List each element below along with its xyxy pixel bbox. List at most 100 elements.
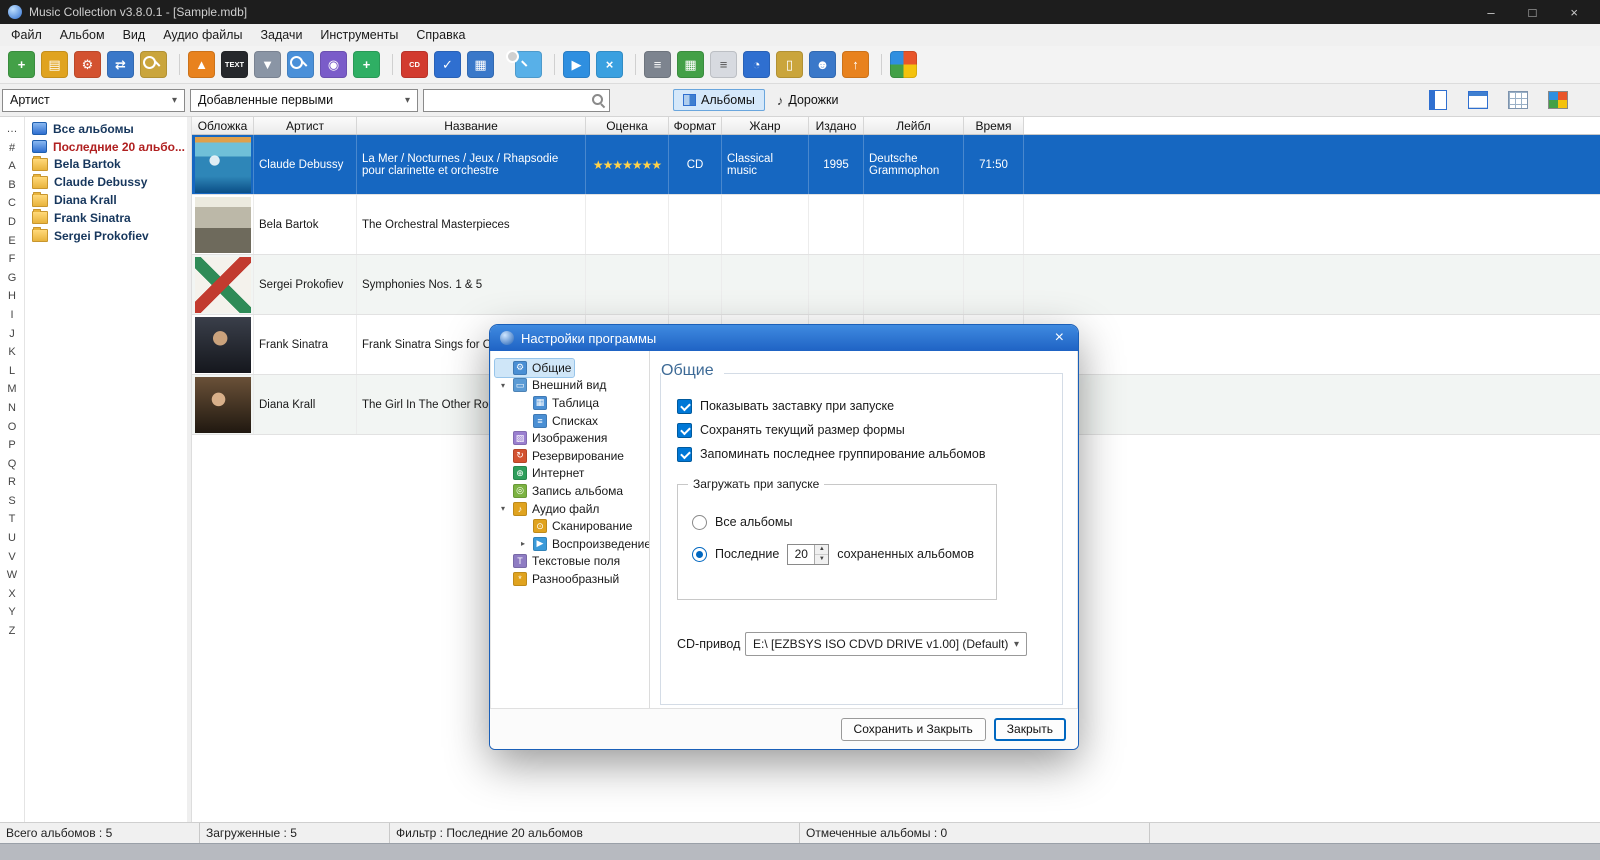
card-view-button[interactable] (1540, 86, 1576, 114)
column-header[interactable]: Обложка (192, 117, 254, 134)
menu-tasks[interactable]: Задачи (251, 24, 311, 46)
save-to-disc-icon[interactable]: ▼ (254, 51, 281, 78)
cd-text-icon[interactable]: TEXT (221, 51, 248, 78)
column-header[interactable]: Название (357, 117, 586, 134)
search-disc-icon[interactable] (287, 51, 314, 78)
column-header[interactable]: Время (964, 117, 1024, 134)
edit-data-icon[interactable]: ✓ (434, 51, 461, 78)
radio-last-albums[interactable]: Последние 20 ▲ ▼ сохраненных альбомов (692, 543, 982, 565)
play-icon[interactable]: ▶ (554, 51, 590, 78)
alphabet-letter[interactable]: K (0, 343, 24, 362)
table-view-button[interactable] (1460, 86, 1496, 114)
alphabet-letter[interactable]: C (0, 194, 24, 213)
tree-item-last-20[interactable]: Последние 20 альбо... (25, 138, 187, 156)
close-button[interactable]: × (1570, 5, 1578, 20)
move-album-icon[interactable]: ⇄ (107, 51, 134, 78)
settings-backup[interactable]: ↻ Резервирование (495, 447, 627, 465)
settings-playback[interactable]: ▸ ▶ Воспроизведение (515, 535, 649, 553)
clipboard-icon[interactable]: ▯ (776, 51, 803, 78)
column-header[interactable]: Жанр (722, 117, 809, 134)
settings-appearance[interactable]: ▾ ▭ Внешний вид (495, 377, 609, 395)
tree-item-diana-krall[interactable]: Diana Krall (25, 191, 187, 209)
alphabet-letter[interactable]: E (0, 232, 24, 251)
tree-item-frank-sinatra[interactable]: Frank Sinatra (25, 209, 187, 227)
export-user-icon[interactable]: ↑ (842, 51, 869, 78)
spinner-down-icon[interactable]: ▼ (815, 554, 829, 564)
alphabet-letter[interactable]: Z (0, 622, 24, 641)
tracks-toggle[interactable]: ♪ Дорожки (767, 89, 849, 111)
alphabet-letter[interactable]: L (0, 362, 24, 381)
alphabet-letter[interactable]: Q (0, 455, 24, 474)
settings-internet[interactable]: ⊕ Интернет (495, 465, 587, 483)
dialog-close-button[interactable]: × (1051, 330, 1068, 346)
column-header[interactable]: Лейбл (864, 117, 964, 134)
duplicate-album-icon[interactable]: ▤ (41, 51, 68, 78)
menu-help[interactable]: Справка (407, 24, 474, 46)
tree-item-claude-debussy[interactable]: Claude Debussy (25, 173, 187, 191)
save-and-close-button[interactable]: Сохранить и Закрыть (840, 717, 986, 741)
document-icon[interactable]: ≡ (710, 51, 737, 78)
find-album-icon[interactable] (140, 51, 167, 78)
checkbox-show-splash[interactable]: Показывать заставку при запуске (677, 398, 1046, 414)
search-icon[interactable] (591, 93, 605, 107)
add-album-icon[interactable]: + (8, 51, 35, 78)
alphabet-letter[interactable]: U (0, 529, 24, 548)
menu-audio-files[interactable]: Аудио файлы (154, 24, 251, 46)
alphabet-letter[interactable]: T (0, 510, 24, 529)
tree-expander-icon[interactable]: ▾ (498, 504, 508, 513)
statistics-icon[interactable]: ◔ (743, 51, 770, 78)
menu-tools[interactable]: Инструменты (311, 24, 407, 46)
settings-table[interactable]: ▦ Таблица (515, 394, 602, 412)
albums-count-spinner[interactable]: 20 ▲ ▼ (787, 543, 830, 565)
grid-view-button[interactable] (1500, 86, 1536, 114)
checkbox-remember-grouping[interactable]: Запоминать последнее группирование альбо… (677, 446, 1046, 462)
alphabet-letter[interactable]: … (0, 120, 24, 139)
checkbox-icon[interactable] (677, 422, 692, 438)
checkbox-icon[interactable] (677, 446, 692, 462)
windows-colors-icon[interactable] (881, 51, 917, 78)
tree-item-bela-bartok[interactable]: Bela Bartok (25, 155, 187, 174)
cd-player-icon[interactable]: CD (392, 51, 428, 78)
alphabet-letter[interactable]: B (0, 176, 24, 195)
alphabet-letter[interactable]: V (0, 548, 24, 567)
table-row[interactable]: Bela Bartok The Orchestral Masterpieces (192, 195, 1600, 255)
settings-images[interactable]: ▨ Изображения (495, 429, 610, 447)
alphabet-letter[interactable]: O (0, 418, 24, 437)
menu-view[interactable]: Вид (114, 24, 155, 46)
report-view-button[interactable] (1420, 86, 1456, 114)
table-search-icon[interactable]: ▦ (467, 51, 494, 78)
column-header[interactable]: Формат (669, 117, 722, 134)
eject-cd-icon[interactable]: ▲ (179, 51, 215, 78)
column-header[interactable]: Оценка (586, 117, 669, 134)
table-row[interactable]: Claude Debussy La Mer / Nocturnes / Jeux… (192, 135, 1600, 195)
alphabet-letter[interactable]: H (0, 287, 24, 306)
alphabet-letter[interactable]: M (0, 380, 24, 399)
tree-item-sergei-prokofiev[interactable]: Sergei Prokofiev (25, 227, 187, 245)
add-to-list-icon[interactable]: + (353, 51, 380, 78)
sort-order-combo[interactable]: Добавленные первыми ▾ (190, 88, 418, 112)
menu-file[interactable]: Файл (2, 24, 51, 46)
import-media-icon[interactable]: ◉ (320, 51, 347, 78)
alphabet-letter[interactable]: P (0, 436, 24, 455)
menu-album[interactable]: Альбом (51, 24, 114, 46)
cd-drive-select[interactable]: E:\ [EZBSYS ISO CDVD DRIVE v1.00] (Defau… (745, 632, 1027, 656)
settings-audio-file[interactable]: ▾ ♪ Аудио файл (495, 500, 602, 518)
column-header[interactable]: Артист (254, 117, 357, 134)
tree-item-all-albums[interactable]: Все альбомы (25, 120, 187, 138)
settings-general[interactable]: ⚙ Общие (493, 358, 576, 378)
albums-toggle[interactable]: Альбомы (673, 89, 765, 111)
alphabet-letter[interactable]: I (0, 306, 24, 325)
contacts-icon[interactable]: ☻ (809, 51, 836, 78)
radio-icon[interactable] (692, 514, 707, 530)
report-icon[interactable]: ▦ (677, 51, 704, 78)
alphabet-letter[interactable]: Y (0, 603, 24, 622)
close-button[interactable]: Закрыть (993, 717, 1066, 741)
settings-lists[interactable]: ≡ Списках (515, 412, 601, 430)
alphabet-letter[interactable]: W (0, 566, 24, 585)
settings-miscellaneous[interactable]: * Разнообразный (495, 570, 622, 588)
group-by-combo[interactable]: Артист ▾ (2, 88, 185, 112)
settings-scanning[interactable]: ⊙ Сканирование (515, 517, 635, 535)
alphabet-letter[interactable]: R (0, 473, 24, 492)
radio-all-albums[interactable]: Все альбомы (692, 511, 982, 533)
checkbox-icon[interactable] (677, 398, 692, 414)
